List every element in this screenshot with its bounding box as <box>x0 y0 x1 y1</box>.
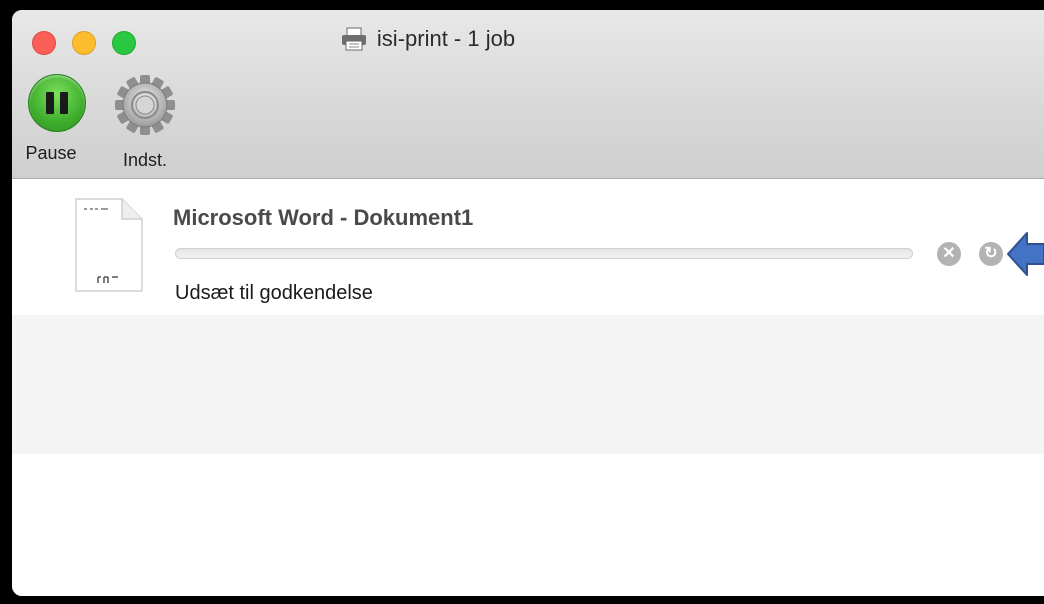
resume-job-button[interactable]: ↻ <box>979 242 1003 266</box>
job-name: Microsoft Word - Dokument1 <box>173 205 474 230</box>
window-toolbar: isi-print - 1 job Pause Indst. <box>12 10 1044 179</box>
arrow-left-icon <box>1007 231 1044 277</box>
empty-list-row <box>12 315 1044 454</box>
page: isi-print - 1 job Pause Indst. Microsoft… <box>0 0 1044 604</box>
gear-icon[interactable] <box>114 74 176 141</box>
printer-icon <box>341 27 367 51</box>
job-progress-bar <box>175 248 913 259</box>
window-title: isi-print - 1 job <box>376 26 516 51</box>
empty-list-row <box>12 454 1044 596</box>
pause-label: Pause <box>25 143 77 163</box>
pause-tool[interactable]: Pause <box>25 74 86 164</box>
job-row[interactable]: Microsoft Word - Dokument1 Udsæt til god… <box>12 179 1044 315</box>
document-icon <box>74 197 144 298</box>
job-status: Udsæt til godkendelse <box>175 282 373 304</box>
cancel-job-button[interactable]: ✕ <box>937 242 961 266</box>
pause-icon[interactable] <box>28 74 86 132</box>
window-title-bar: isi-print - 1 job <box>12 26 1044 52</box>
settings-label: Indst. <box>122 150 168 170</box>
settings-tool[interactable]: Indst. <box>114 74 176 171</box>
refresh-icon: ↻ <box>984 245 998 262</box>
close-icon: ✕ <box>942 245 956 262</box>
print-queue-window: isi-print - 1 job Pause Indst. Microsoft… <box>12 10 1044 596</box>
